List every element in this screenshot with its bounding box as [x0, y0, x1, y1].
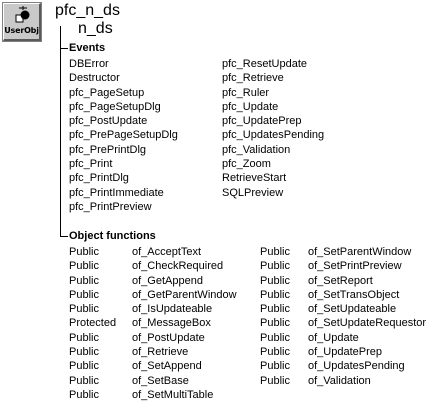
function-name: of_SetAppend: [132, 360, 202, 373]
function-access-level: Public: [260, 303, 290, 316]
event-item: pfc_Print: [69, 158, 113, 171]
function-name: of_SetUpdateable: [308, 303, 397, 316]
functions-left-access-column: Public Public Public Public Public Protected P…: [69, 245, 116, 402]
function-name: of_SetPrintPreview: [308, 260, 402, 273]
event-item: pfc_Validation: [222, 143, 291, 156]
function-name: of_SetReport: [308, 274, 373, 287]
function-access-level: Public: [69, 246, 99, 258]
object-functions-branch-line: [60, 236, 68, 237]
function-name: of_PostUpdate: [132, 331, 205, 344]
function-access-level: Public: [69, 331, 99, 344]
function-name: of_Validation: [308, 374, 371, 387]
function-name: of_MessageBox: [132, 317, 211, 330]
ancestor-title: n_ds: [78, 20, 113, 37]
user-object-icon: UserObj: [2, 2, 42, 42]
event-item: pfc_Update: [222, 100, 279, 113]
object-title: pfc_n_ds: [55, 2, 120, 19]
event-item: pfc_UpdatePrep: [222, 115, 302, 128]
function-name: of_UpdatePrep: [308, 346, 382, 359]
functions-right-name-column: of_SetParentWindow of_SetPrintPreview of_S…: [308, 245, 426, 388]
function-access-level: Public: [260, 260, 290, 273]
function-name: of_SetUpdateRequestor: [308, 317, 427, 330]
function-access-level: Public: [260, 288, 290, 301]
user-object-glyph-icon: [15, 6, 30, 23]
function-name: of_AcceptText: [132, 246, 202, 258]
event-item: RetrieveStart: [222, 172, 287, 185]
function-access-level: Public: [69, 360, 99, 373]
function-access-level: Public: [260, 317, 290, 330]
functions-right-access-column: Public Public Public Public Public Public Publ…: [260, 245, 290, 388]
function-name: of_SetParentWindow: [308, 246, 412, 258]
function-access-level: Public: [69, 346, 99, 359]
function-access-level: Public: [69, 288, 99, 301]
events-column-2: pfc_ResetUpdate pfc_Retrieve pfc_Ruler pfc_…: [222, 57, 324, 200]
event-item: pfc_PostUpdate: [69, 115, 148, 128]
event-item: SQLPreview: [222, 186, 284, 199]
event-item: pfc_PrintDlg: [69, 172, 129, 185]
event-item: pfc_Ruler: [222, 86, 270, 99]
event-item: pfc_UpdatesPending: [222, 129, 325, 142]
function-access-level: Public: [69, 374, 99, 387]
function-access-level: Public: [69, 260, 99, 273]
function-name: of_SetBase: [132, 374, 189, 387]
function-name: of_Update: [308, 331, 359, 344]
event-item: pfc_PageSetup: [69, 86, 145, 99]
function-access-level: Public: [260, 360, 290, 373]
event-item: pfc_Retrieve: [222, 72, 284, 85]
function-name: of_Retrieve: [132, 346, 189, 359]
tree-trunk-line: [60, 26, 61, 236]
event-item: pfc_Zoom: [222, 158, 271, 171]
function-name: of_GetAppend: [132, 274, 203, 287]
event-item: pfc_PrePageSetupDlg: [69, 129, 178, 142]
event-item: pfc_PrintPreview: [69, 200, 152, 213]
function-name: of_IsUpdateable: [132, 303, 213, 316]
function-name: of_SetMultiTable: [132, 388, 214, 401]
icon-caption: UserObj: [4, 26, 39, 35]
event-item: Destructor: [69, 72, 120, 85]
function-access-level: Public: [260, 246, 290, 258]
event-item: pfc_ResetUpdate: [222, 58, 307, 70]
function-name: of_SetTransObject: [308, 288, 400, 301]
events-heading: Events: [69, 42, 106, 54]
function-access-level: Public: [260, 274, 290, 287]
object-functions-heading: Object functions: [69, 230, 156, 242]
function-access-level: Public: [69, 274, 99, 287]
functions-left-name-column: of_AcceptText of_CheckRequired of_GetAppen…: [132, 245, 237, 402]
event-item: pfc_PageSetupDlg: [69, 100, 161, 113]
function-name: of_CheckRequired: [132, 260, 224, 273]
function-access-level: Public: [260, 374, 290, 387]
event-item: pfc_PrePrintDlg: [69, 143, 147, 156]
function-access-level: Protected: [69, 317, 117, 330]
event-item: DBError: [69, 58, 109, 70]
function-access-level: Public: [260, 331, 290, 344]
function-access-level: Public: [69, 388, 99, 401]
function-name: of_UpdatesPending: [308, 360, 405, 373]
events-branch-line: [60, 48, 68, 49]
function-access-level: Public: [260, 346, 290, 359]
function-access-level: Public: [69, 303, 99, 316]
function-name: of_GetParentWindow: [132, 288, 237, 301]
event-item: pfc_PrintImmediate: [69, 186, 164, 199]
events-column-1: DBError Destructor pfc_PageSetup pfc_PageSe…: [69, 57, 178, 214]
